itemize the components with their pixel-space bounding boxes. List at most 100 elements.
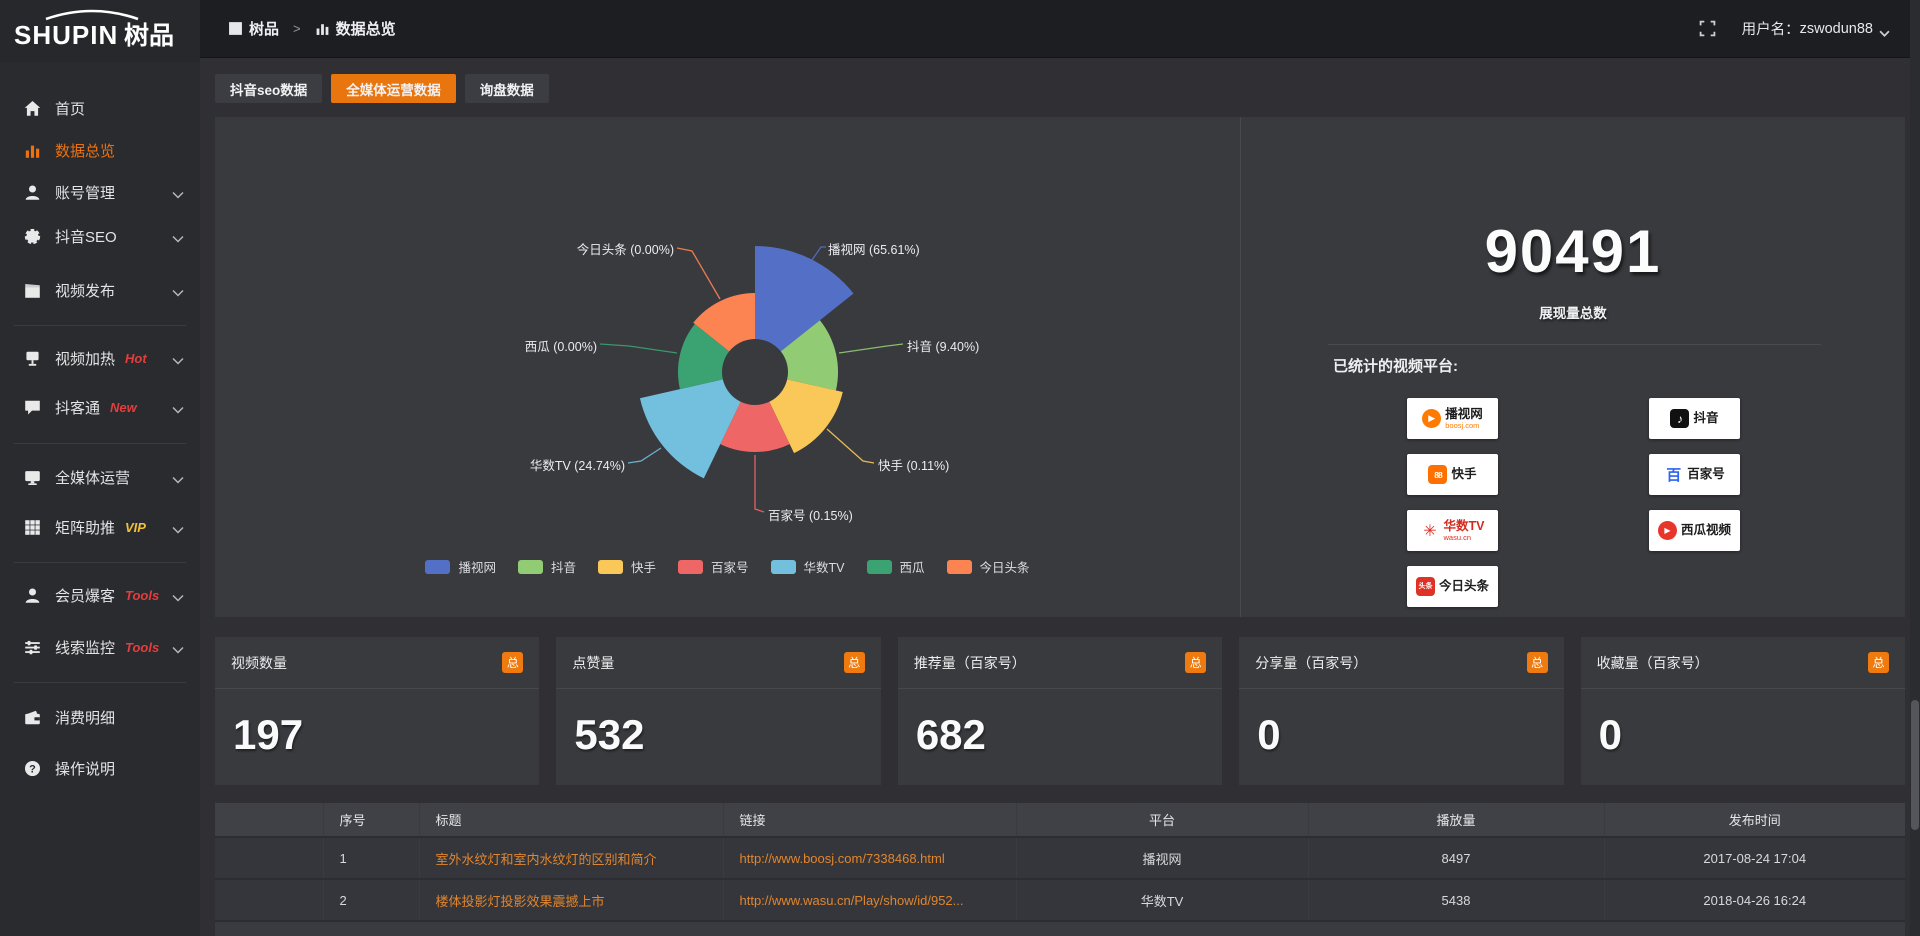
stat-total-badge[interactable]: 总 (1868, 652, 1889, 673)
svg-text:SHUPIN: SHUPIN (14, 20, 118, 50)
stat-card-1: 视频数量总197 (215, 637, 539, 785)
chevron-down-icon[interactable] (1879, 25, 1890, 32)
platform-card-今日头条[interactable]: 头条今日头条 (1407, 566, 1498, 607)
sidebar-item-2[interactable]: 数据总览 (0, 131, 200, 169)
platform-card-华数TV[interactable]: ✳华数TVwasu.cn (1407, 510, 1498, 551)
legend-item-华数TV[interactable]: 华数TV (771, 557, 845, 576)
page-scrollbar[interactable] (1910, 0, 1920, 936)
stat-card-header: 点赞量 总 (556, 637, 880, 689)
column-header[interactable]: 播放量 (1308, 803, 1604, 837)
column-header[interactable]: 序号 (323, 803, 419, 837)
platform-name: 播视网 (1445, 408, 1483, 421)
breadcrumb-root[interactable]: 树品 (249, 18, 279, 39)
stat-total-badge[interactable]: 总 (502, 652, 523, 673)
stat-total-badge[interactable]: 总 (1527, 652, 1548, 673)
sidebar-item-8[interactable]: 全媒体运营 (0, 458, 200, 496)
video-url-link[interactable]: http://www.wasu.cn/Play/show/id/952... (740, 893, 964, 908)
sidebar-item-11[interactable]: 线索监控Tools (0, 628, 200, 666)
sidebar-item-badge: Tools (125, 588, 159, 603)
sidebar-item-10[interactable]: 会员爆客Tools (0, 576, 200, 614)
legend-label: 西瓜 (900, 557, 925, 576)
sidebar-divider (14, 682, 186, 683)
legend-item-快手[interactable]: 快手 (598, 557, 656, 576)
column-header[interactable]: 发布时间 (1604, 803, 1905, 837)
platform-card-西瓜视频[interactable]: ▶西瓜视频 (1649, 510, 1740, 551)
platform-name: 华数TV (1444, 520, 1485, 533)
platform-card-播视网[interactable]: ▶播视网boosj.com (1407, 398, 1498, 439)
pie-label-西瓜: 西瓜 (0.00%) (525, 336, 597, 355)
total-impressions-value: 90491 (1241, 217, 1905, 286)
chat-icon (24, 399, 41, 416)
video-title-link[interactable]: 楼体投影灯投影效果震撼上市 (436, 894, 605, 909)
stat-total-badge[interactable]: 总 (844, 652, 865, 673)
sidebar-item-9[interactable]: 矩阵助推VIP (0, 508, 200, 546)
chevron-down-icon[interactable] (172, 284, 184, 292)
pie-label-百家号: 百家号 (0.15%) (768, 505, 853, 524)
legend-swatch (678, 560, 703, 574)
column-header[interactable]: 平台 (1016, 803, 1308, 837)
stat-card-header: 收藏量（百家号）总 (1581, 637, 1905, 689)
sliders-icon (24, 639, 41, 656)
app-window-icon (228, 21, 243, 36)
sidebar-item-label: 视频加热 (55, 348, 115, 369)
platform-card-百家号[interactable]: 百百家号 (1649, 454, 1740, 495)
legend-item-西瓜[interactable]: 西瓜 (867, 557, 925, 576)
sidebar-item-label: 视频发布 (55, 280, 115, 301)
chevron-down-icon[interactable] (172, 521, 184, 529)
pie-slice-华数TV[interactable] (640, 379, 741, 478)
pie-label-今日头条: 今日头条 (0.00%) (577, 239, 674, 258)
sidebar-item-1[interactable]: 首页 (0, 89, 200, 127)
monitor-icon (24, 469, 41, 486)
tab-2[interactable]: 全媒体运营数据 (331, 74, 456, 103)
chevron-down-icon[interactable] (172, 230, 184, 238)
sidebar-item-4[interactable]: 抖音SEO (0, 217, 200, 255)
rose-pie-chart[interactable] (215, 117, 1240, 617)
chevron-down-icon[interactable] (172, 401, 184, 409)
stat-card-title: 点赞量 (572, 653, 614, 673)
sidebar-item-12[interactable]: 消费明细 (0, 698, 200, 736)
username-label: 用户名： (1742, 18, 1800, 39)
legend-item-百家号[interactable]: 百家号 (678, 557, 749, 576)
legend-item-今日头条[interactable]: 今日头条 (947, 557, 1030, 576)
pie-label-华数TV: 华数TV (24.74%) (530, 455, 625, 474)
pie-label-line (827, 429, 874, 463)
grid-icon (24, 519, 41, 536)
stat-card-3: 推荐量（百家号）总682 (898, 637, 1222, 785)
logo[interactable]: SHUPIN 树品 (0, 0, 200, 62)
chevron-down-icon[interactable] (172, 186, 184, 194)
username[interactable]: zswodun88 (1800, 21, 1873, 37)
platform-card-快手[interactable]: 88快手 (1407, 454, 1498, 495)
legend-item-抖音[interactable]: 抖音 (518, 557, 576, 576)
stat-card-title: 视频数量 (231, 653, 287, 673)
tab-1[interactable]: 抖音seo数据 (215, 74, 322, 103)
chevron-down-icon[interactable] (172, 471, 184, 479)
sidebar-item-3[interactable]: 账号管理 (0, 173, 200, 211)
tab-3[interactable]: 询盘数据 (465, 74, 549, 103)
column-header[interactable]: 标题 (419, 803, 723, 837)
breadcrumb-current[interactable]: 数据总览 (336, 18, 396, 39)
sidebar-item-5[interactable]: 视频发布 (0, 271, 200, 309)
video-url-link[interactable]: http://www.boosj.com/7338468.html (740, 851, 945, 866)
chevron-down-icon[interactable] (172, 641, 184, 649)
platform-card-抖音[interactable]: ♪抖音 (1649, 398, 1740, 439)
sidebar-item-label: 操作说明 (55, 758, 115, 779)
scrollbar-thumb[interactable] (1911, 700, 1919, 830)
platform-name: 今日头条 (1439, 580, 1489, 593)
stat-total-badge[interactable]: 总 (1185, 652, 1206, 673)
sidebar-item-13[interactable]: ?操作说明 (0, 749, 200, 787)
video-icon (24, 282, 41, 299)
sidebar-divider (14, 443, 186, 444)
legend-label: 百家号 (711, 557, 749, 576)
fullscreen-icon[interactable] (1699, 20, 1716, 37)
stat-card-header: 视频数量 总 (215, 637, 539, 689)
chevron-down-icon[interactable] (172, 589, 184, 597)
legend-item-播视网[interactable]: 播视网 (425, 557, 496, 576)
column-header[interactable]: 链接 (723, 803, 1016, 837)
sidebar-item-badge: VIP (125, 520, 146, 535)
sidebar-item-6[interactable]: 视频加热Hot (0, 339, 200, 377)
data-tabs: 抖音seo数据全媒体运营数据询盘数据 (215, 74, 1905, 103)
chevron-down-icon[interactable] (172, 352, 184, 360)
sidebar-item-7[interactable]: 抖客通New (0, 388, 200, 426)
stat-card-value: 0 (1581, 689, 1905, 759)
video-title-link[interactable]: 室外水纹灯和室内水纹灯的区别和简介 (436, 852, 657, 867)
